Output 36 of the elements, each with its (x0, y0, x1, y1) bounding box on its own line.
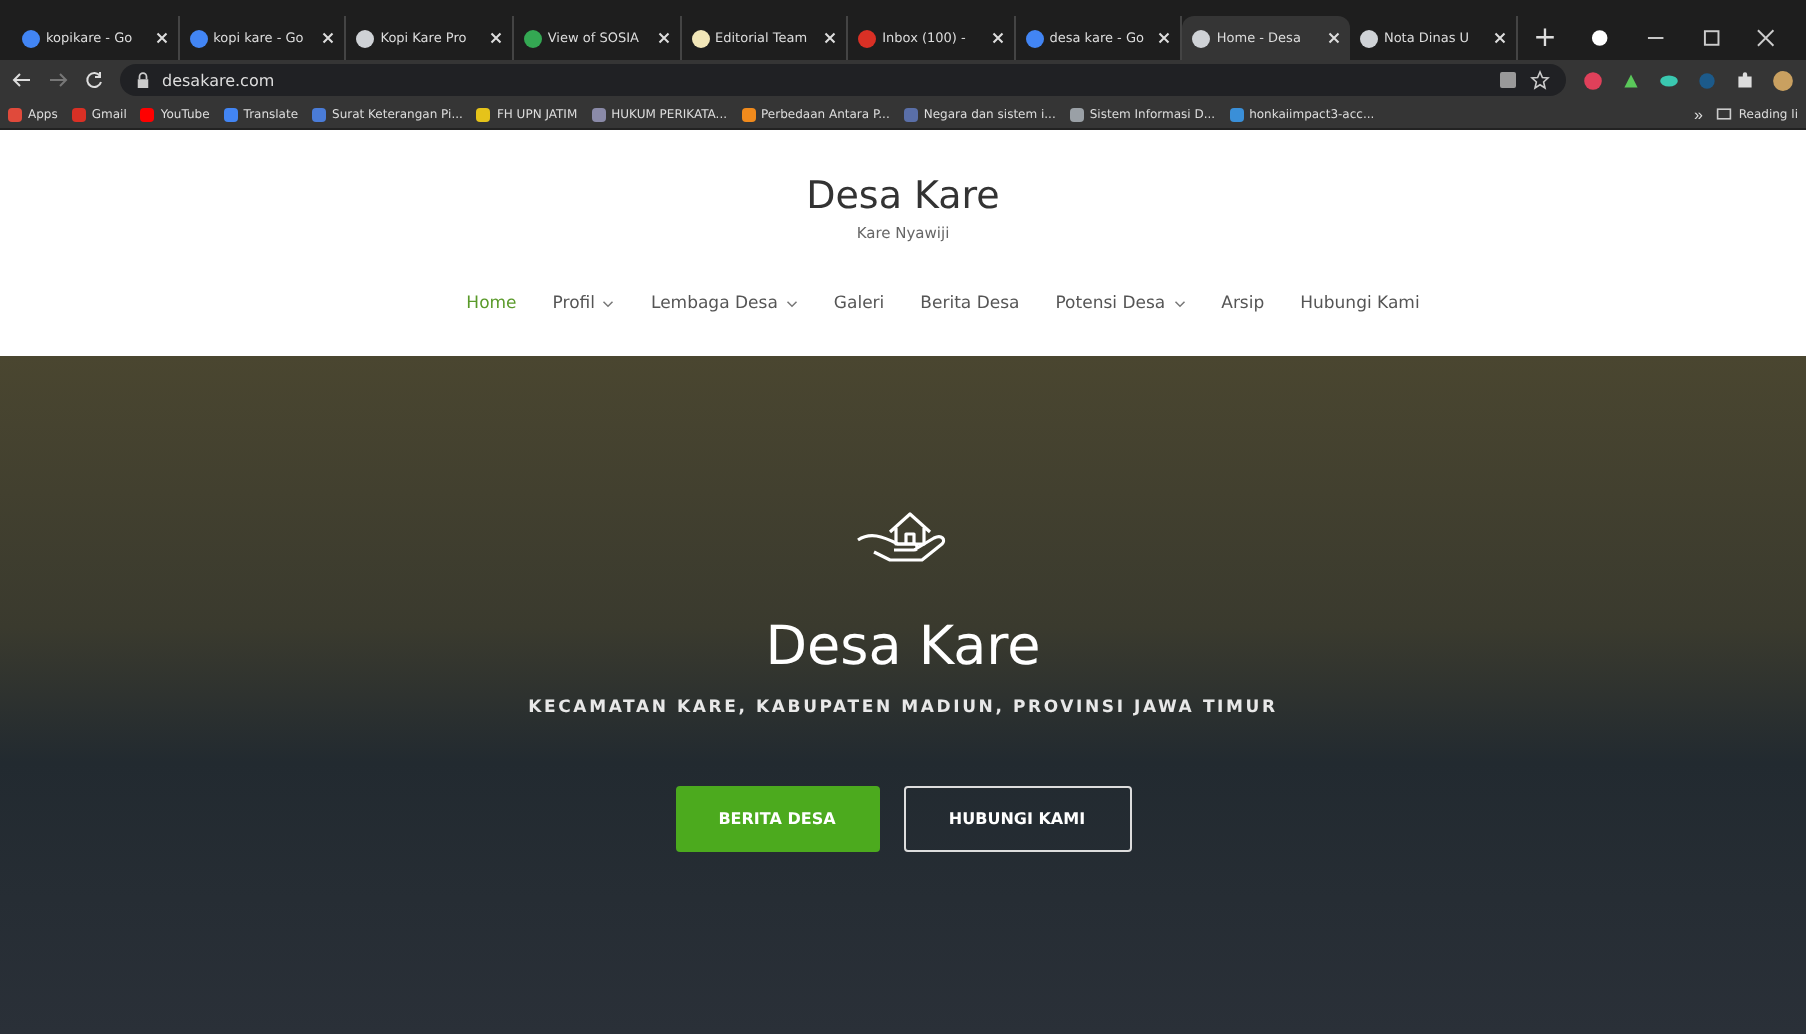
forward-icon[interactable] (48, 70, 68, 90)
extension-icon[interactable] (1620, 69, 1642, 91)
close-icon[interactable] (991, 32, 1004, 44)
contact-button[interactable]: HUBUNGI KAMI (903, 786, 1131, 852)
address-field[interactable]: desakare.com (120, 64, 1566, 96)
maximize-icon[interactable] (1701, 28, 1721, 48)
close-icon[interactable] (322, 32, 335, 44)
nav-link[interactable]: Hubungi Kami (1300, 294, 1420, 314)
nav-link[interactable]: Berita Desa (920, 294, 1020, 314)
star-icon[interactable] (1530, 70, 1550, 90)
close-icon[interactable] (1493, 32, 1506, 44)
close-icon[interactable] (657, 32, 669, 44)
nav-link[interactable]: Potensi Desa (1055, 294, 1186, 314)
close-icon[interactable] (1158, 32, 1171, 44)
lock-icon (136, 71, 150, 89)
back-icon[interactable] (12, 70, 32, 90)
reading-list-icon (1716, 106, 1733, 122)
nav-link[interactable]: Arsip (1221, 294, 1265, 314)
avatar-icon[interactable] (1772, 69, 1794, 91)
close-icon[interactable] (489, 32, 502, 44)
nav-link[interactable]: Home (466, 294, 517, 314)
new-tab-button[interactable]: + (1517, 16, 1573, 60)
close-icon[interactable] (824, 32, 837, 44)
nav-link[interactable]: Galeri (833, 294, 885, 314)
hero-subtitle: KECAMATAN KARE, KABUPATEN MADIUN, PROVINSI JAWA TIMUR (528, 698, 1278, 718)
hero-title: Desa Kare (765, 616, 1041, 678)
nav-link[interactable]: Profil (552, 294, 615, 314)
reload-icon[interactable] (84, 70, 104, 90)
site-title[interactable]: Desa Kare (806, 174, 1000, 218)
nav-link[interactable]: Lembaga Desa (650, 294, 798, 314)
close-icon[interactable] (155, 32, 168, 44)
more-bookmarks-button[interactable]: » (1693, 105, 1703, 123)
profile-icon[interactable] (1590, 28, 1611, 48)
extension-icon[interactable] (1582, 69, 1604, 91)
close-icon[interactable] (1327, 32, 1340, 44)
close-icon[interactable] (1756, 28, 1777, 48)
